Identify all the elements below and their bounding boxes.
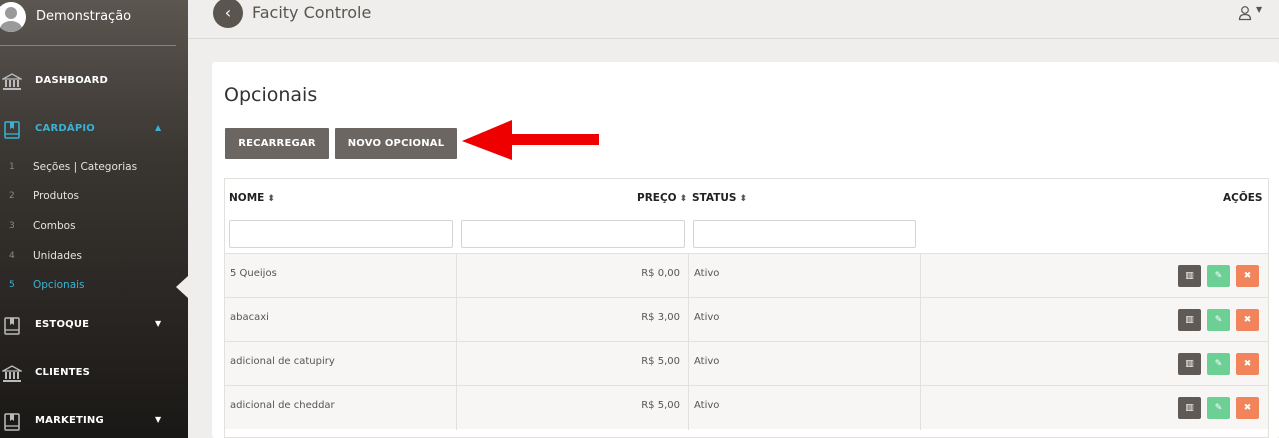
cell-name: adicional de cheddar — [225, 386, 457, 430]
app-title: Facity Controle — [252, 3, 372, 22]
edit-button[interactable]: ✎ — [1207, 309, 1230, 331]
subitem-label: Unidades — [33, 250, 82, 262]
cell-status: Ativo — [689, 386, 921, 430]
cell-name: 5 Queijos — [225, 254, 457, 298]
sidebar-item-dashboard[interactable]: DASHBOARD — [0, 67, 188, 97]
sidebar-subitem-combos[interactable]: 3 Combos — [0, 217, 188, 237]
subitem-number: 4 — [9, 251, 15, 261]
book-icon — [4, 121, 20, 139]
filter-price-input[interactable] — [461, 220, 685, 248]
sidebar-divider — [0, 45, 176, 46]
subitem-number: 2 — [9, 191, 15, 201]
user-menu[interactable]: ▼ — [1238, 5, 1268, 23]
subitem-label: Opcionais — [33, 279, 85, 291]
column-header-status[interactable]: STATUS ⬍ — [692, 192, 747, 204]
topbar: ‹ Facity Controle ▼ — [188, 0, 1279, 39]
sort-icon: ⬍ — [739, 194, 748, 204]
edit-button[interactable]: ✎ — [1207, 265, 1230, 287]
sidebar-item-clientes[interactable]: CLIENTES — [0, 359, 188, 389]
delete-button[interactable]: ✖ — [1236, 309, 1259, 331]
user-profile[interactable]: Demonstração — [0, 0, 188, 46]
bank-icon — [2, 73, 22, 90]
sidebar-item-estoque[interactable]: ESTOQUE ▼ — [0, 311, 188, 341]
sidebar-subitem-unidades[interactable]: 4 Unidades — [0, 247, 188, 267]
reload-button[interactable]: RECARREGAR — [225, 128, 329, 159]
edit-button[interactable]: ✎ — [1207, 397, 1230, 419]
row-actions: ▥ ✎ ✖ — [1178, 397, 1262, 419]
sidebar-item-label: MARKETING — [35, 415, 104, 426]
delete-button[interactable]: ✖ — [1236, 397, 1259, 419]
sidebar-item-cardapio[interactable]: CARDÁPIO ▲ — [0, 115, 188, 145]
view-button[interactable]: ▥ — [1178, 397, 1201, 419]
cell-price: R$ 3,00 — [457, 298, 689, 342]
cell-status: Ativo — [689, 298, 921, 342]
cell-price: R$ 5,00 — [457, 342, 689, 386]
sidebar-subitem-secoes[interactable]: 1 Seções | Categorias — [0, 158, 188, 178]
row-actions: ▥ ✎ ✖ — [1178, 265, 1262, 287]
sidebar-subitem-opcionais[interactable]: 5 Opcionais — [0, 276, 188, 298]
header-label: PREÇO — [637, 192, 677, 204]
table-row[interactable]: abacaxi R$ 3,00 Ativo ▥ ✎ ✖ — [225, 297, 1268, 342]
page-title: Opcionais — [224, 84, 318, 106]
cell-price: R$ 0,00 — [457, 254, 689, 298]
user-name: Demonstração — [36, 9, 132, 24]
sidebar-item-label: CARDÁPIO — [35, 123, 95, 134]
subitem-number: 5 — [9, 280, 15, 290]
sidebar: Demonstração DASHBOARD CARDÁPIO ▲ 1 Seçõ… — [0, 0, 188, 438]
column-header-price[interactable]: PREÇO ⬍ — [637, 192, 687, 204]
cell-name: abacaxi — [225, 298, 457, 342]
row-actions: ▥ ✎ ✖ — [1178, 309, 1262, 331]
subitem-label: Produtos — [33, 190, 79, 202]
active-pointer — [176, 276, 188, 298]
cell-status: Ativo — [689, 342, 921, 386]
view-button[interactable]: ▥ — [1178, 265, 1201, 287]
main-card: Opcionais RECARREGAR NOVO OPCIONAL NOME ⬍… — [212, 62, 1279, 438]
bank-icon — [2, 365, 22, 382]
sort-icon: ⬍ — [679, 194, 688, 204]
avatar — [0, 2, 26, 32]
filter-status-input[interactable] — [693, 220, 916, 248]
cell-name: adicional de catupiry — [225, 342, 457, 386]
column-header-name[interactable]: NOME ⬍ — [229, 192, 275, 204]
sidebar-subitem-produtos[interactable]: 2 Produtos — [0, 187, 188, 207]
subitem-number: 1 — [9, 162, 15, 172]
optionals-table: NOME ⬍ PREÇO ⬍ STATUS ⬍ AÇÕES 5 Queijos R$ … — [224, 178, 1269, 438]
back-button[interactable]: ‹ — [213, 0, 243, 28]
red-arrow-annotation — [462, 120, 599, 160]
cell-price: R$ 5,00 — [457, 386, 689, 430]
table-row[interactable]: adicional de catupiry R$ 5,00 Ativo ▥ ✎ … — [225, 341, 1268, 386]
delete-button[interactable]: ✖ — [1236, 265, 1259, 287]
edit-button[interactable]: ✎ — [1207, 353, 1230, 375]
user-icon — [1238, 6, 1252, 21]
sidebar-item-label: DASHBOARD — [35, 75, 109, 86]
delete-button[interactable]: ✖ — [1236, 353, 1259, 375]
view-button[interactable]: ▥ — [1178, 353, 1201, 375]
view-button[interactable]: ▥ — [1178, 309, 1201, 331]
table-row[interactable]: adicional de cheddar R$ 5,00 Ativo ▥ ✎ ✖ — [225, 385, 1268, 430]
chevron-down-icon: ▼ — [155, 415, 162, 424]
header-label: NOME — [229, 192, 265, 204]
subitem-number: 3 — [9, 221, 15, 231]
chevron-down-icon: ▼ — [155, 319, 162, 328]
column-header-actions: AÇÕES — [1223, 192, 1263, 204]
header-label: STATUS — [692, 192, 737, 204]
chevron-down-icon: ▼ — [1256, 5, 1263, 14]
sort-icon: ⬍ — [267, 194, 275, 204]
sidebar-item-label: ESTOQUE — [35, 319, 90, 330]
sidebar-item-marketing[interactable]: MARKETING ▼ — [0, 407, 188, 437]
chevron-up-icon: ▲ — [155, 123, 162, 132]
book-icon — [4, 317, 20, 335]
book-icon — [4, 413, 20, 431]
subitem-label: Combos — [33, 220, 76, 232]
subitem-label: Seções | Categorias — [33, 161, 138, 173]
filter-name-input[interactable] — [229, 220, 453, 248]
sidebar-item-label: CLIENTES — [35, 367, 91, 378]
row-actions: ▥ ✎ ✖ — [1178, 353, 1262, 375]
new-optional-button[interactable]: NOVO OPCIONAL — [335, 128, 457, 159]
table-row[interactable]: 5 Queijos R$ 0,00 Ativo ▥ ✎ ✖ — [225, 253, 1268, 298]
cell-status: Ativo — [689, 254, 921, 298]
